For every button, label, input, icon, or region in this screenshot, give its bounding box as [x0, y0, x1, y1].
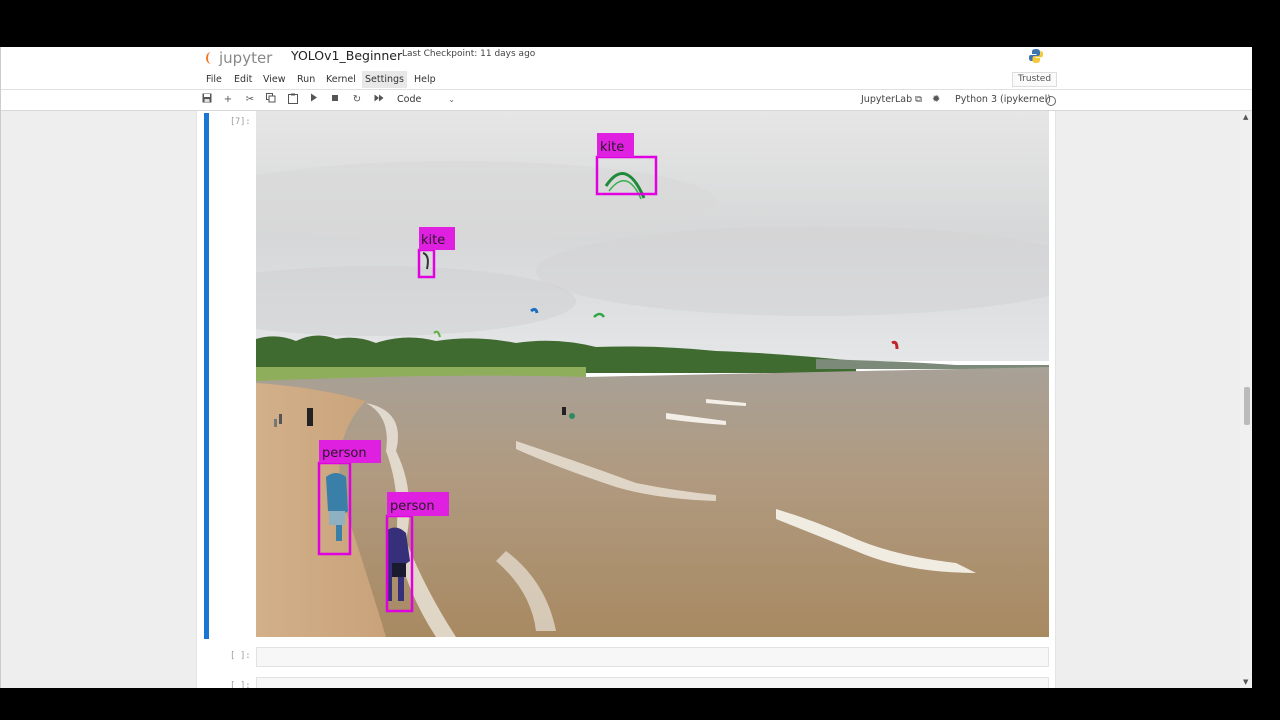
notebook-panel[interactable]: [7]: kite kite person person []: []: [196, 111, 1056, 688]
detection-output-image: kite kite person person [256, 111, 1049, 637]
python-logo-icon [1029, 49, 1043, 63]
active-cell-indicator [204, 113, 209, 639]
detection-kite-2-label: kite [421, 233, 445, 248]
scroll-up-icon[interactable]: ▲ [1243, 113, 1248, 121]
menu-view[interactable]: View [260, 71, 289, 88]
empty-cell-prompt-2: [ ]: [230, 681, 251, 688]
add-cell-icon[interactable]: + [221, 93, 235, 107]
menu-bar: File Edit View Run Kernel Settings Help … [1, 69, 1252, 90]
gear-icon[interactable]: ✹ [932, 93, 940, 107]
jupyter-logo-icon [206, 52, 216, 64]
scroll-thumb[interactable] [1244, 387, 1250, 425]
jupyter-logo[interactable]: jupyter [206, 49, 272, 67]
scroll-down-icon[interactable]: ▼ [1243, 678, 1248, 686]
restart-icon[interactable]: ↻ [350, 93, 364, 107]
detection-person-1-label: person [322, 446, 367, 461]
detection-person-2-label: person [390, 499, 435, 514]
stop-icon[interactable] [328, 93, 342, 107]
menu-run[interactable]: Run [294, 71, 318, 88]
menu-file[interactable]: File [203, 71, 225, 88]
jupyter-logo-text: jupyter [219, 49, 273, 67]
kernel-name[interactable]: Python 3 (ipykernel) [955, 93, 1051, 107]
chevron-down-icon: ⌄ [448, 95, 455, 104]
vertical-scrollbar[interactable]: ▲ ▼ [1240, 111, 1252, 688]
output-prompt: [7]: [230, 117, 251, 127]
menu-kernel[interactable]: Kernel [323, 71, 359, 88]
menu-help[interactable]: Help [411, 71, 439, 88]
save-icon[interactable] [200, 93, 214, 107]
paste-icon[interactable] [286, 93, 300, 107]
menu-edit[interactable]: Edit [231, 71, 255, 88]
beach-scene: kite kite person person [256, 111, 1049, 637]
fast-forward-icon[interactable] [372, 93, 386, 107]
notebook-toolbar: + ✂ ↻ Code ⌄ JupyterLab ⧉ ✹ Python 3 (ip… [1, 90, 1252, 111]
cell-type-select[interactable]: Code ⌄ [397, 93, 459, 107]
run-icon[interactable] [307, 93, 321, 107]
trusted-indicator[interactable]: Trusted [1012, 72, 1058, 87]
jupyterlab-link[interactable]: JupyterLab ⧉ [861, 93, 922, 107]
checkpoint-status: Last Checkpoint: 11 days ago [402, 49, 536, 59]
cell-type-value: Code [397, 94, 422, 105]
detection-kite-1-label: kite [600, 140, 624, 155]
jupyter-window: jupyter YOLOv1_Beginner Last Checkpoint:… [0, 47, 1252, 688]
copy-icon[interactable] [264, 93, 278, 107]
empty-code-cell-1[interactable] [256, 647, 1049, 667]
top-header: jupyter YOLOv1_Beginner Last Checkpoint:… [1, 47, 1252, 69]
empty-code-cell-2[interactable] [256, 677, 1049, 688]
letterbox-bottom [0, 688, 1280, 720]
jupyterlab-link-label: JupyterLab [861, 94, 913, 105]
menu-settings[interactable]: Settings [362, 71, 407, 88]
external-link-icon: ⧉ [915, 94, 922, 105]
notebook-title[interactable]: YOLOv1_Beginner [291, 48, 402, 63]
empty-cell-prompt-1: [ ]: [230, 651, 251, 661]
letterbox-top [0, 0, 1280, 47]
cut-icon[interactable]: ✂ [243, 93, 257, 107]
kernel-status-icon [1046, 96, 1056, 106]
